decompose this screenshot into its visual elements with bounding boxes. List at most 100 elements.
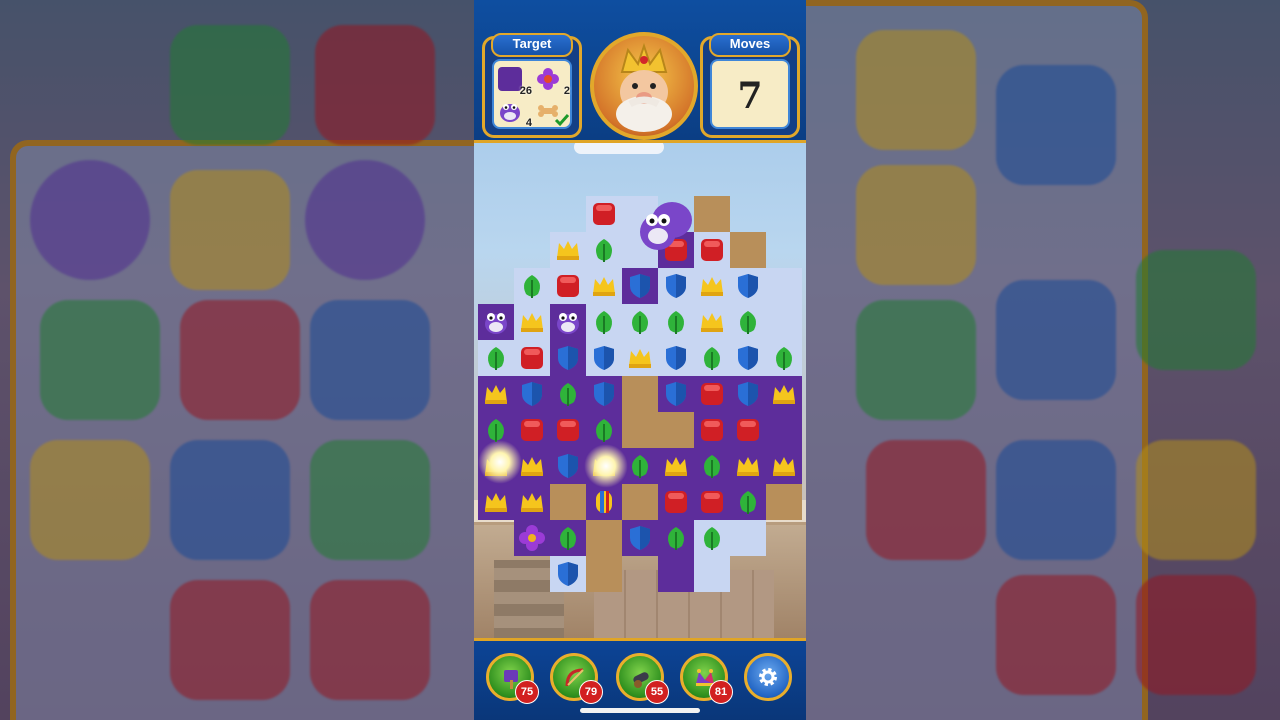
board-cell[interactable] xyxy=(730,376,766,412)
board-cell[interactable] xyxy=(694,268,730,304)
board-cell[interactable] xyxy=(694,412,730,448)
board-cell[interactable] xyxy=(514,304,550,340)
board-cell[interactable] xyxy=(730,268,766,304)
booster-box-hammer-button[interactable]: 75 xyxy=(486,653,539,704)
yellow-crown-gem xyxy=(701,277,723,296)
board-cell[interactable] xyxy=(766,448,802,484)
board-cell[interactable] xyxy=(550,412,586,448)
board-cell[interactable] xyxy=(766,412,802,448)
board-cell[interactable] xyxy=(622,304,658,340)
board-cell[interactable] xyxy=(550,556,586,592)
board-cell[interactable] xyxy=(658,340,694,376)
background-shade xyxy=(806,0,1280,720)
booster-jester-button[interactable]: 81 xyxy=(680,653,733,704)
board-cell[interactable] xyxy=(478,484,514,520)
board-cell[interactable] xyxy=(514,340,550,376)
blue-shield-gem xyxy=(666,382,686,406)
board-cell[interactable] xyxy=(694,304,730,340)
red-block-gem xyxy=(737,419,759,441)
yellow-crown-gem xyxy=(485,493,507,512)
board-cell[interactable] xyxy=(514,376,550,412)
board-cell[interactable] xyxy=(586,556,622,592)
board-cell[interactable] xyxy=(730,448,766,484)
settings-button[interactable] xyxy=(744,653,792,701)
board-cell[interactable] xyxy=(694,484,730,520)
board-cell[interactable] xyxy=(550,376,586,412)
board-cell[interactable] xyxy=(478,340,514,376)
booster-count: 79 xyxy=(579,680,603,704)
board-cell[interactable] xyxy=(658,376,694,412)
board-cell[interactable] xyxy=(514,484,550,520)
goal-count: 4 xyxy=(525,117,532,129)
blue-shield-gem xyxy=(630,526,650,550)
red-block-gem xyxy=(701,419,723,441)
board-cell[interactable] xyxy=(478,376,514,412)
board-cell[interactable] xyxy=(550,520,586,556)
board-cell[interactable] xyxy=(766,376,802,412)
board-cell[interactable] xyxy=(730,304,766,340)
board-cell[interactable] xyxy=(694,340,730,376)
board-cell[interactable] xyxy=(622,412,658,448)
board-cell[interactable] xyxy=(622,484,658,520)
yellow-crown-gem xyxy=(485,385,507,404)
board-cell[interactable] xyxy=(730,340,766,376)
yellow-crown-gem xyxy=(521,493,543,512)
board-cell[interactable] xyxy=(766,304,802,340)
board-cell[interactable] xyxy=(622,340,658,376)
board-cell[interactable] xyxy=(550,232,586,268)
board-cell[interactable] xyxy=(622,520,658,556)
board-cell[interactable] xyxy=(586,376,622,412)
board-cell[interactable] xyxy=(550,484,586,520)
blue-shield-gem xyxy=(594,382,614,406)
board-cell[interactable] xyxy=(694,448,730,484)
board-cell[interactable] xyxy=(730,232,766,268)
yellow-crown-gem xyxy=(557,241,579,260)
board-cell[interactable] xyxy=(514,268,550,304)
board-cell[interactable] xyxy=(658,484,694,520)
board-cell[interactable] xyxy=(586,304,622,340)
board-cell[interactable] xyxy=(622,268,658,304)
board-cell[interactable] xyxy=(586,196,622,232)
board-cell[interactable] xyxy=(586,340,622,376)
red-block-gem xyxy=(593,203,615,225)
board-cell[interactable] xyxy=(694,376,730,412)
booster-cannon-button[interactable]: 55 xyxy=(616,653,669,704)
board-cell[interactable] xyxy=(586,520,622,556)
board-cell[interactable] xyxy=(730,412,766,448)
board-cell[interactable] xyxy=(766,484,802,520)
board-cell[interactable] xyxy=(586,484,622,520)
booster-bow-arrow-button[interactable]: 79 xyxy=(550,653,603,704)
green-leaf-gem xyxy=(632,311,648,334)
goal-purple-flower: 2 xyxy=(534,65,570,97)
board-cell[interactable] xyxy=(586,232,622,268)
home-indicator[interactable] xyxy=(580,708,700,713)
board-cell[interactable] xyxy=(658,412,694,448)
board-cell[interactable] xyxy=(694,520,730,556)
board-cell[interactable] xyxy=(550,448,586,484)
board-cell[interactable] xyxy=(658,556,694,592)
goal-purple-frog: 4 xyxy=(496,97,532,129)
board-cell[interactable] xyxy=(766,340,802,376)
board-cell[interactable] xyxy=(694,556,730,592)
board-cell[interactable] xyxy=(478,304,514,340)
board-cell[interactable] xyxy=(514,520,550,556)
board-cell[interactable] xyxy=(730,484,766,520)
board-cell[interactable] xyxy=(550,268,586,304)
board-cell[interactable] xyxy=(514,412,550,448)
green-leaf-gem xyxy=(560,383,576,406)
board-cell[interactable] xyxy=(586,268,622,304)
board-cell[interactable] xyxy=(586,412,622,448)
board-cell[interactable] xyxy=(550,304,586,340)
board-cell[interactable] xyxy=(658,304,694,340)
gear-icon xyxy=(759,668,777,686)
board-cell[interactable] xyxy=(766,268,802,304)
board-cell[interactable] xyxy=(730,520,766,556)
striped-rocket-gem xyxy=(596,491,612,513)
yellow-crown-gem xyxy=(629,349,651,368)
board-cell[interactable] xyxy=(550,340,586,376)
board-cell[interactable] xyxy=(658,448,694,484)
board-cell[interactable] xyxy=(658,520,694,556)
board-cell[interactable] xyxy=(658,268,694,304)
yellow-crown-gem xyxy=(593,277,615,296)
board-cell[interactable] xyxy=(622,376,658,412)
